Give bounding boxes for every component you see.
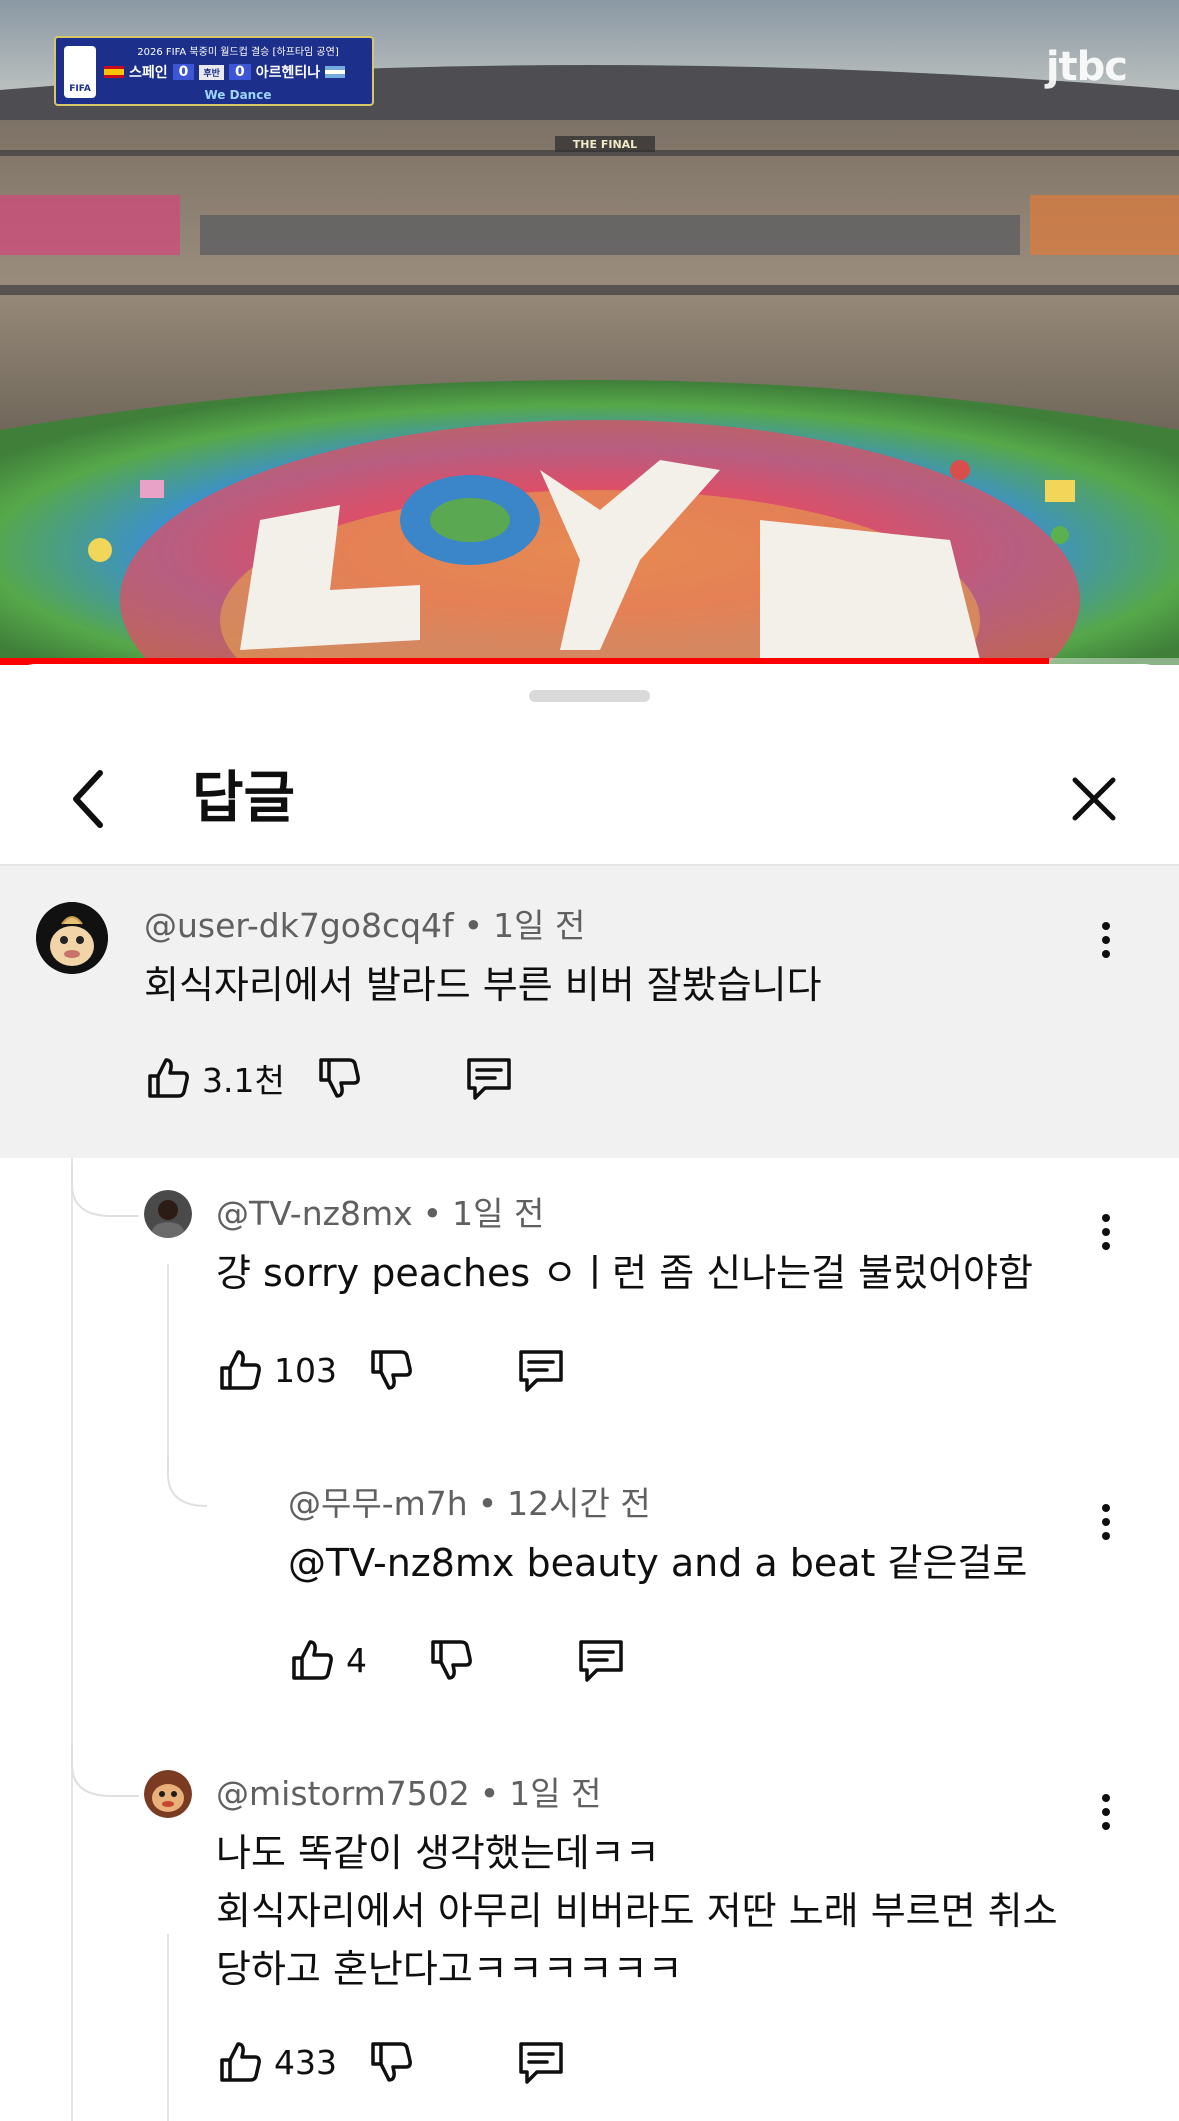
scorebug: FIFA 2026 FIFA 북중미 월드컵 결승 [하프타임 공연] 스페인 … (54, 36, 374, 106)
scorebug-headline: 2026 FIFA 북중미 월드컵 결승 [하프타임 공연] (137, 47, 339, 58)
reply-button[interactable] (463, 1052, 515, 1104)
like-button[interactable]: 103 (216, 1346, 337, 1394)
banner-text: THE FINAL (573, 138, 637, 151)
thumbs-down-icon (371, 1350, 412, 1390)
close-icon (1072, 777, 1116, 821)
spain-flag-icon (104, 66, 124, 78)
thumbs-up-icon (220, 1350, 261, 1390)
like-button[interactable]: 433 (216, 2038, 337, 2086)
like-count: 433 (274, 2042, 337, 2082)
comment-author[interactable]: @TV-nz8mx (216, 1194, 413, 1233)
home-team: 스페인 (129, 65, 168, 81)
sheet-title: 답글 (192, 766, 296, 831)
broadcaster-logo: jtbc (1045, 44, 1128, 90)
comment-line: @TV-nz8mx beauty and a beat 같은걸로 (288, 1541, 1028, 1585)
sheet-header: 답글 (0, 724, 1179, 864)
comment-line: 회식자리에서 아무리 비버라도 저딴 노래 부르면 취소 (216, 1889, 1058, 1933)
avatar-image (144, 1770, 192, 1818)
reply-button[interactable] (575, 1634, 627, 1686)
reply-button[interactable] (515, 1344, 567, 1396)
reply-comment: @mistorm7502 • 1일 전 나도 똑같이 생각했는데ㅋㅋ 회식자리에서 … (0, 1738, 1179, 2121)
avatar-image (36, 902, 108, 974)
dislike-button[interactable] (315, 1054, 363, 1102)
chevron-left-icon (73, 770, 103, 828)
more-vertical-icon (1102, 1504, 1110, 1512)
like-count: 103 (274, 1350, 337, 1390)
thumbs-down-icon (319, 1058, 360, 1098)
reply-icon (519, 1350, 563, 1392)
comment-text: 회식자리에서 발라드 부른 비버 잘봤습니다 (144, 956, 822, 1014)
dislike-button[interactable] (427, 1636, 475, 1684)
like-count: 4 (346, 1640, 367, 1680)
comment-actions: 3.1천 (144, 1048, 515, 1108)
comment-text: 나도 똑같이 생각했는데ㅋㅋ 회식자리에서 아무리 비버라도 저딴 노래 부르면… (216, 1824, 1058, 1998)
comment-author[interactable]: @mistorm7502 (216, 1774, 470, 1813)
comment-time: 12시간 전 (507, 1484, 651, 1523)
comment-author[interactable]: @user-dk7go8cq4f (144, 906, 454, 945)
comment-meta: @mistorm7502 • 1일 전 (216, 1774, 602, 1813)
reply-icon (579, 1640, 623, 1682)
more-vertical-icon (1102, 922, 1110, 930)
back-button[interactable] (58, 764, 118, 834)
comment-line: 걍 sorry peaches ㅇㅣ런 좀 신나는걸 불렀어야함 (216, 1251, 1033, 1295)
comment-time: 1일 전 (452, 1194, 545, 1233)
more-vertical-icon (1102, 1214, 1110, 1222)
scoreline: 스페인 0 후반 0 아르헨티나 (104, 62, 372, 82)
reply-comment: @TV-nz8mx • 1일 전 걍 sorry peaches ㅇㅣ런 좀 신나는… (0, 1158, 1179, 1448)
video-player[interactable]: THE FINAL FIFA 2026 FIFA 북중미 월드컵 결승 [하프타… (0, 0, 1179, 665)
away-team: 아르헨티나 (255, 65, 321, 81)
comment-meta: @TV-nz8mx • 1일 전 (216, 1194, 545, 1233)
dislike-button[interactable] (367, 2038, 415, 2086)
comment-line: 회식자리에서 발라드 부른 비버 잘봤습니다 (144, 963, 822, 1007)
avatar[interactable] (36, 902, 108, 974)
comment-time: 1일 전 (493, 906, 586, 945)
reply-icon (467, 1058, 511, 1100)
thumbs-up-icon (148, 1058, 189, 1098)
home-score: 0 (172, 64, 195, 80)
match-period: 후반 (199, 64, 224, 80)
more-options-button[interactable] (1086, 910, 1126, 970)
more-vertical-icon (1102, 1794, 1110, 1802)
more-options-button[interactable] (1086, 1782, 1126, 1842)
thumbs-up-icon (220, 2042, 261, 2082)
parent-comment: @user-dk7go8cq4f • 1일 전 회식자리에서 발라드 부른 비버 잘… (0, 866, 1179, 1158)
comment-line: 나도 똑같이 생각했는데ㅋㅋ (216, 1831, 660, 1875)
dislike-button[interactable] (367, 1346, 415, 1394)
reply-button[interactable] (515, 2036, 567, 2088)
comment-text: 걍 sorry peaches ㅇㅣ런 좀 신나는걸 불렀어야함 (216, 1244, 1033, 1302)
replies-sheet: 답글 @user-dk7go8cq4f • 1일 전 회식자리에서 발라드 부른… (0, 664, 1179, 2121)
comment-author[interactable]: @무무-m7h (288, 1484, 468, 1523)
comment-text: @TV-nz8mx beauty and a beat 같은걸로 (288, 1534, 1027, 1592)
more-options-button[interactable] (1086, 1492, 1126, 1552)
world-cup-trophy-icon: FIFA (64, 46, 96, 98)
song-title: We Dance (204, 88, 272, 102)
reply-icon (519, 2042, 563, 2084)
comment-meta: @user-dk7go8cq4f • 1일 전 (144, 906, 586, 945)
comment-meta: @무무-m7h • 12시간 전 (288, 1484, 651, 1523)
more-options-button[interactable] (1086, 1202, 1126, 1262)
drag-handle[interactable] (529, 690, 650, 702)
like-button[interactable]: 4 (288, 1636, 367, 1684)
argentina-flag-icon (325, 66, 346, 78)
avatar[interactable] (144, 1190, 192, 1238)
avatar[interactable] (144, 1770, 192, 1818)
avatar-image (144, 1190, 192, 1238)
comment-line: 당하고 혼난다고ㅋㅋㅋㅋㅋㅋ (216, 1947, 683, 1991)
thumbs-up-icon (292, 1640, 333, 1680)
thumbs-down-icon (431, 1640, 472, 1680)
comment-time: 1일 전 (509, 1774, 602, 1813)
close-button[interactable] (1059, 764, 1129, 834)
like-button[interactable]: 3.1천 (144, 1054, 285, 1102)
comment-actions: 433 (216, 2032, 567, 2092)
comment-actions: 4 (288, 1630, 627, 1690)
thumbs-down-icon (371, 2042, 412, 2082)
reply-comment: @무무-m7h • 12시간 전 @TV-nz8mx beauty and a be… (0, 1448, 1179, 1738)
like-count: 3.1천 (202, 1061, 285, 1100)
away-score: 0 (228, 64, 251, 80)
comment-actions: 103 (216, 1340, 567, 1400)
